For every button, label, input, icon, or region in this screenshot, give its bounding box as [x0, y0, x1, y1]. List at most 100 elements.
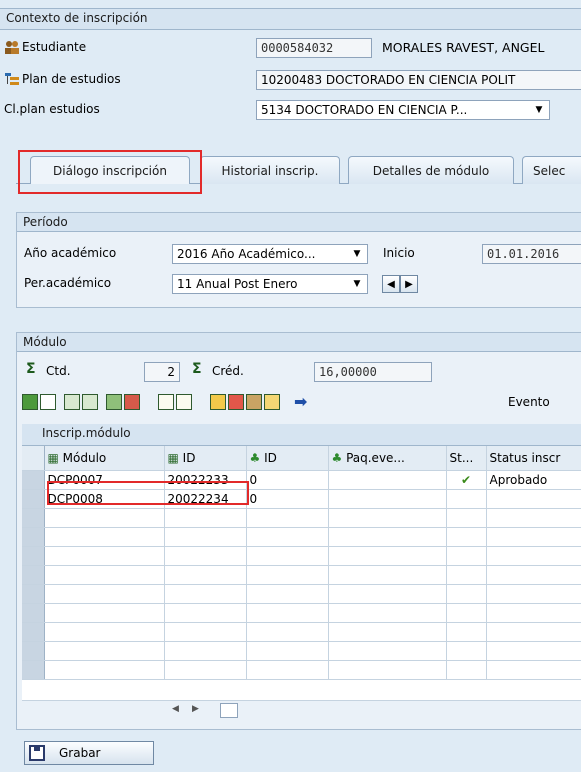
- table-row[interactable]: [22, 660, 581, 680]
- table-row[interactable]: [22, 508, 581, 528]
- print-icon[interactable]: [64, 394, 80, 410]
- delete-row-icon[interactable]: [124, 394, 140, 410]
- table-row[interactable]: [22, 641, 581, 661]
- cell-empty[interactable]: [164, 603, 247, 623]
- cell-empty[interactable]: [328, 565, 447, 585]
- cell-empty[interactable]: [486, 565, 581, 585]
- row-selector[interactable]: [22, 660, 45, 680]
- glasses-icon[interactable]: [176, 394, 192, 410]
- column-header-id2[interactable]: ♣ ID: [246, 446, 329, 471]
- cred-field[interactable]: 16,00000: [314, 362, 432, 382]
- plan-field[interactable]: 10200483 DOCTORADO EN CIENCIA POLIT: [256, 70, 581, 90]
- cell-empty[interactable]: [486, 641, 581, 661]
- row-selector[interactable]: [22, 470, 45, 490]
- cell-empty[interactable]: [486, 546, 581, 566]
- cell-status[interactable]: Aprobado: [486, 470, 581, 490]
- cell-empty[interactable]: [164, 660, 247, 680]
- tab-historial-inscrip[interactable]: Historial inscrip.: [200, 156, 340, 184]
- prev-period-button[interactable]: ◀: [382, 275, 400, 293]
- row-selector[interactable]: [22, 565, 45, 585]
- scroll-right-icon[interactable]: ▶: [192, 704, 199, 714]
- cell-empty[interactable]: [328, 508, 447, 528]
- cell-empty[interactable]: [164, 584, 247, 604]
- cell-empty[interactable]: [446, 660, 487, 680]
- cell-empty[interactable]: [246, 508, 329, 528]
- cell-empty[interactable]: [486, 660, 581, 680]
- clplan-select[interactable]: 5134 DOCTORADO EN CIENCIA P... ▼: [256, 100, 550, 120]
- cell-empty[interactable]: [164, 508, 247, 528]
- cell-empty[interactable]: [164, 527, 247, 547]
- cell-empty[interactable]: [486, 603, 581, 623]
- horizontal-scrollbar[interactable]: ◀ ▶: [22, 700, 581, 720]
- inicio-field[interactable]: 01.01.2016: [482, 244, 581, 264]
- filter-icon[interactable]: [82, 394, 98, 410]
- cell-empty[interactable]: [44, 584, 165, 604]
- cell-empty[interactable]: [44, 660, 165, 680]
- cell-empty[interactable]: [246, 641, 329, 661]
- cell-empty[interactable]: [246, 622, 329, 642]
- row-selector[interactable]: [22, 508, 45, 528]
- column-header-paq[interactable]: ♣ Paq.eve...: [328, 446, 447, 471]
- row-selector[interactable]: [22, 641, 45, 661]
- per-select[interactable]: 11 Anual Post Enero ▼: [172, 274, 368, 294]
- tab-dialogo-inscripcion[interactable]: Diálogo inscripción: [30, 156, 190, 184]
- scroll-left-icon[interactable]: ◀: [172, 704, 179, 714]
- row-selector[interactable]: [22, 546, 45, 566]
- cell-empty[interactable]: [164, 565, 247, 585]
- cell-empty[interactable]: [328, 546, 447, 566]
- cell-st[interactable]: [446, 489, 487, 509]
- table-row[interactable]: [22, 622, 581, 642]
- cell-empty[interactable]: [486, 527, 581, 547]
- cell-empty[interactable]: [164, 546, 247, 566]
- cell-paq[interactable]: [328, 470, 447, 490]
- cell-empty[interactable]: [44, 641, 165, 661]
- cell-empty[interactable]: [328, 527, 447, 547]
- cell-empty[interactable]: [446, 527, 487, 547]
- select-all-icon[interactable]: [22, 394, 38, 410]
- column-header-st[interactable]: St...: [446, 446, 487, 471]
- row-selector[interactable]: [22, 527, 45, 547]
- cell-empty[interactable]: [44, 603, 165, 623]
- cell-empty[interactable]: [446, 508, 487, 528]
- document-icon[interactable]: [264, 394, 280, 410]
- row-selector[interactable]: [22, 489, 45, 509]
- ctd-field[interactable]: 2: [144, 362, 180, 382]
- cell-empty[interactable]: [446, 565, 487, 585]
- cell-empty[interactable]: [446, 546, 487, 566]
- anio-select[interactable]: 2016 Año Académico... ▼: [172, 244, 368, 264]
- tab-detalles-modulo[interactable]: Detalles de módulo: [348, 156, 514, 184]
- cell-empty[interactable]: [246, 546, 329, 566]
- student-id-field[interactable]: 0000584032: [256, 38, 372, 58]
- row-selector[interactable]: [22, 622, 45, 642]
- save-button[interactable]: Grabar: [24, 741, 154, 765]
- add-row-icon[interactable]: [106, 394, 122, 410]
- cell-paq[interactable]: [328, 489, 447, 509]
- cell-empty[interactable]: [246, 565, 329, 585]
- cell-empty[interactable]: [486, 622, 581, 642]
- chevron-down-icon[interactable]: ▼: [351, 278, 363, 290]
- cell-empty[interactable]: [486, 584, 581, 604]
- cell-empty[interactable]: [44, 527, 165, 547]
- column-header-id[interactable]: ▦ ID: [164, 446, 247, 471]
- cell-empty[interactable]: [446, 622, 487, 642]
- cancel-icon[interactable]: [228, 394, 244, 410]
- scroll-thumb[interactable]: [220, 703, 238, 718]
- cell-empty[interactable]: [328, 641, 447, 661]
- cell-empty[interactable]: [446, 603, 487, 623]
- table-row[interactable]: [22, 584, 581, 604]
- table-row[interactable]: [22, 565, 581, 585]
- cell-empty[interactable]: [446, 641, 487, 661]
- cell-empty[interactable]: [44, 546, 165, 566]
- cell-empty[interactable]: [486, 508, 581, 528]
- evento-button[interactable]: Evento: [508, 395, 550, 409]
- cell-empty[interactable]: [246, 584, 329, 604]
- table-row[interactable]: [22, 603, 581, 623]
- cell-id2[interactable]: 0: [246, 489, 329, 509]
- table-row[interactable]: [22, 546, 581, 566]
- chevron-down-icon[interactable]: ▼: [533, 104, 545, 116]
- table-row[interactable]: [22, 527, 581, 547]
- edit-icon[interactable]: [158, 394, 174, 410]
- cell-empty[interactable]: [246, 603, 329, 623]
- deselect-all-icon[interactable]: [40, 394, 56, 410]
- cell-empty[interactable]: [164, 622, 247, 642]
